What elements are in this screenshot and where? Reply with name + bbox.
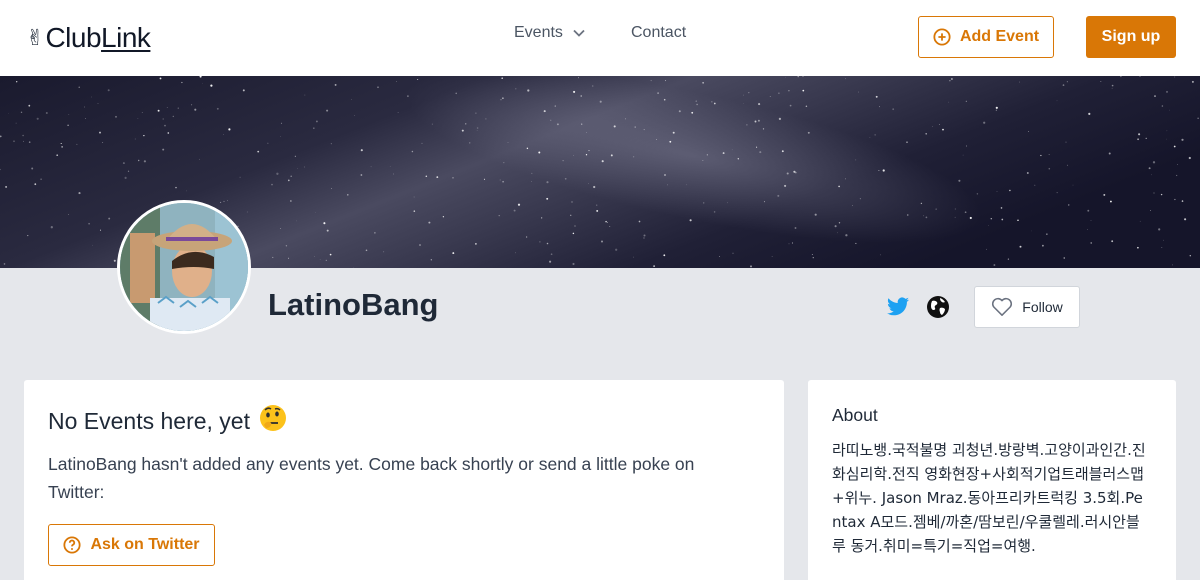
add-event-label: Add Event xyxy=(959,28,1040,45)
nav-events-dropdown[interactable]: Events xyxy=(514,24,585,42)
globe-icon[interactable] xyxy=(926,295,950,319)
follow-label: Follow xyxy=(1022,299,1063,315)
events-card-title: No Events here, yet xyxy=(48,404,760,438)
question-circle-icon xyxy=(63,536,82,554)
about-title: About xyxy=(832,405,878,425)
ask-on-twitter-label: Ask on Twitter xyxy=(90,536,200,553)
ask-on-twitter-button[interactable]: Ask on Twitter xyxy=(48,524,215,566)
top-header: ✌ ClubLink Events Contact Add Event Sign… xyxy=(0,0,1200,76)
follow-button[interactable]: Follow xyxy=(974,286,1080,328)
chevron-down-icon xyxy=(573,29,585,37)
profile-avatar xyxy=(117,200,251,334)
victory-hand-icon: ✌ xyxy=(26,25,45,50)
thinking-face-icon xyxy=(258,403,288,439)
about-card: About 라띠노뱅.국적불명 괴청년.방랑벽.고양이과인간.진화심리학.전직 … xyxy=(808,380,1176,580)
nav-contact-link[interactable]: Contact xyxy=(631,24,686,42)
events-title-text: No Events here, yet xyxy=(48,407,250,434)
profile-name: LatinoBang xyxy=(268,287,439,322)
heart-icon xyxy=(992,297,1013,316)
twitter-icon[interactable] xyxy=(886,295,910,319)
events-card: No Events here, yet LatinoBang hasn't ad… xyxy=(24,380,784,580)
signup-button[interactable]: Sign up xyxy=(1086,16,1176,58)
about-text: 라띠노뱅.국적불명 괴청년.방랑벽.고양이과인간.진화심리학.전직 영화현장+사… xyxy=(832,441,1146,555)
plus-circle-icon xyxy=(933,28,951,46)
events-empty-message: LatinoBang hasn't added any events yet. … xyxy=(48,454,695,502)
clublink-logo[interactable]: ✌ ClubLink xyxy=(26,20,151,56)
logo-text-club: Club xyxy=(45,22,102,53)
nav-events-label: Events xyxy=(514,24,563,41)
add-event-button[interactable]: Add Event xyxy=(918,16,1054,58)
logo-text-link: Link xyxy=(101,22,151,53)
